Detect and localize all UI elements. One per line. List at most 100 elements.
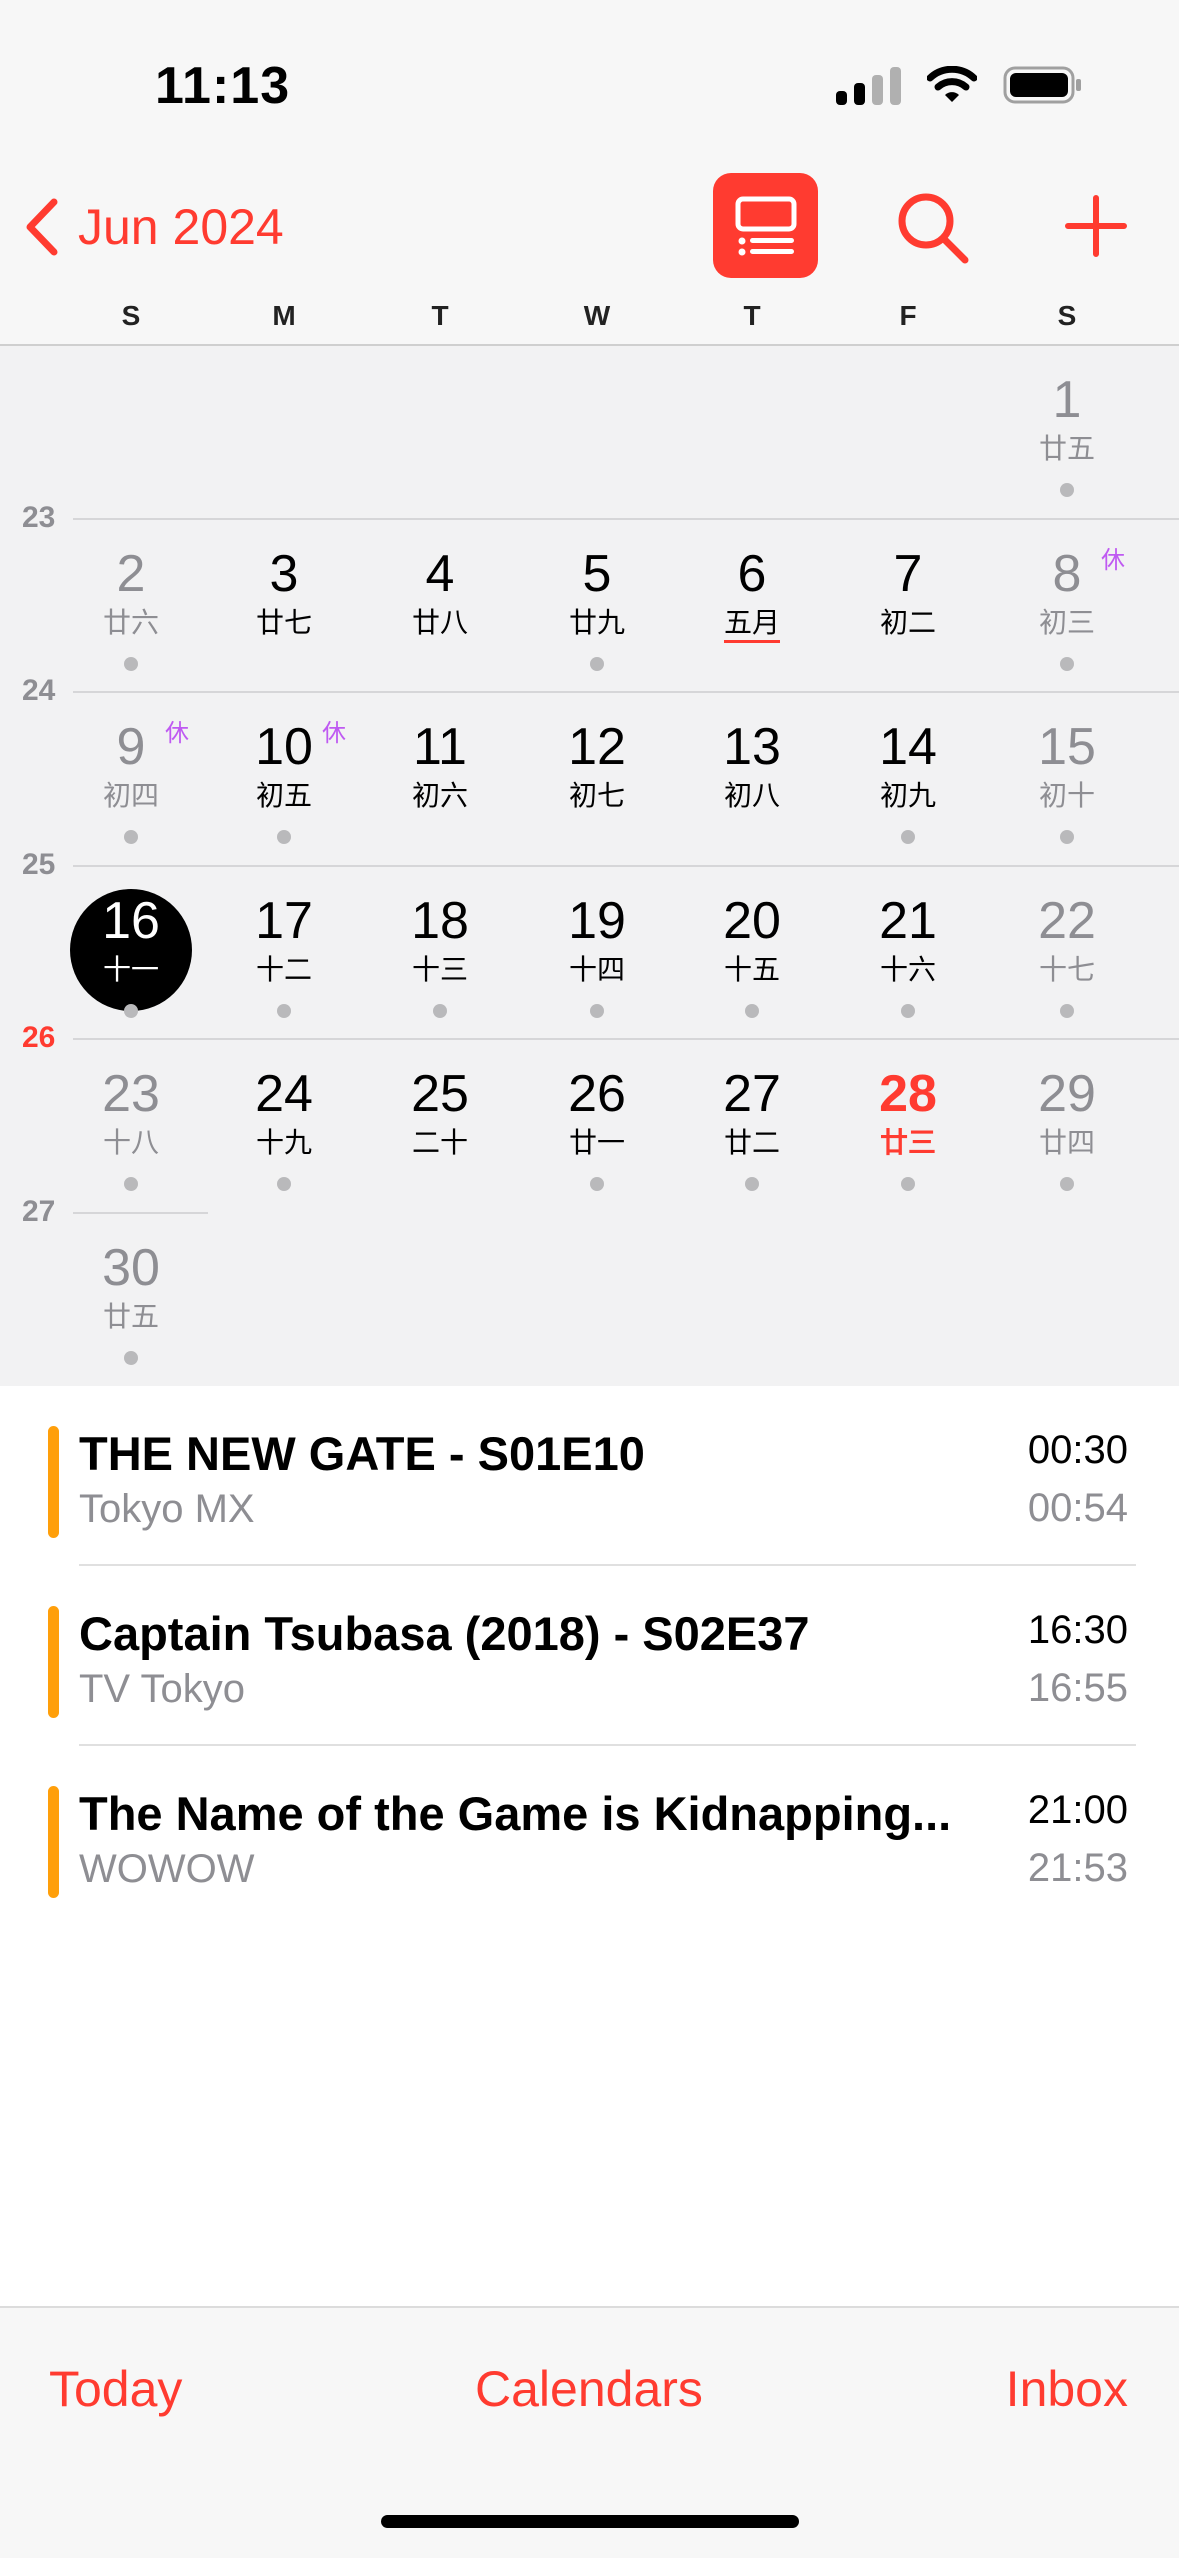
lunar-date: 十五 xyxy=(723,953,780,985)
weekday-header: S M T W T F S xyxy=(0,300,1179,340)
week-number: 23 xyxy=(22,500,56,534)
event-start-time: 16:30 xyxy=(1027,1608,1128,1652)
day-cell[interactable]: 29 廿四 xyxy=(992,1064,1142,1160)
lunar-date: 初六 xyxy=(411,780,468,811)
event-indicator-dot xyxy=(590,1177,604,1191)
lunar-date: 廿四 xyxy=(1038,1127,1095,1158)
today-button[interactable]: Today xyxy=(49,2360,182,2418)
day-cell[interactable]: 12 初七 xyxy=(522,717,672,813)
week-divider xyxy=(73,517,1179,520)
weekday-label: M xyxy=(272,300,296,331)
day-cell[interactable]: 13 初八 xyxy=(677,717,827,813)
day-cell[interactable]: 15 初十 xyxy=(992,717,1142,813)
event-calendar: Tokyo MX xyxy=(79,1487,255,1531)
day-cell[interactable]: 3 廿七 xyxy=(209,544,359,640)
day-cell[interactable]: 28 廿三 xyxy=(833,1064,983,1160)
list-view-button[interactable] xyxy=(713,173,818,278)
day-number: 11 xyxy=(413,718,467,776)
day-cell[interactable]: 16 十一 xyxy=(56,891,206,987)
list-view-icon xyxy=(735,196,796,255)
week-divider xyxy=(73,1211,208,1214)
day-cell[interactable]: 22 十七 xyxy=(992,891,1142,987)
day-cell[interactable]: 5 廿九 xyxy=(522,544,672,640)
home-indicator xyxy=(381,2515,799,2528)
event-indicator-dot xyxy=(1060,1177,1074,1191)
day-number: 26 xyxy=(568,1065,626,1123)
day-cell[interactable]: 21 十六 xyxy=(833,891,983,987)
holiday-badge: 休 xyxy=(322,720,346,747)
lunar-date: 二十 xyxy=(411,1127,468,1158)
day-cell[interactable]: 17 十二 xyxy=(209,891,359,987)
day-cell[interactable]: 19 十四 xyxy=(522,891,672,987)
day-number: 29 xyxy=(1038,1065,1096,1123)
day-cell[interactable]: 20 十五 xyxy=(677,891,827,987)
day-cell[interactable]: 30 廿五 xyxy=(56,1238,206,1334)
add-icon[interactable] xyxy=(1060,190,1132,262)
day-cell[interactable]: 27 廿二 xyxy=(677,1064,827,1160)
day-number: 18 xyxy=(411,891,469,950)
wifi-icon xyxy=(927,66,977,102)
lunar-date: 十三 xyxy=(411,953,468,985)
event-indicator-dot xyxy=(277,1177,291,1191)
day-number: 19 xyxy=(568,891,626,950)
cellular-signal-icon xyxy=(836,65,901,105)
day-number: 17 xyxy=(255,891,313,950)
event-indicator-dot xyxy=(433,1003,447,1018)
day-number: 25 xyxy=(411,1065,469,1123)
day-number: 20 xyxy=(723,891,781,950)
event-start-time: 00:30 xyxy=(1027,1428,1128,1472)
event-indicator-dot xyxy=(590,1003,604,1018)
day-cell[interactable]: 14 初九 xyxy=(833,717,983,813)
calendars-button[interactable]: Calendars xyxy=(475,2360,703,2418)
week-number: 27 xyxy=(22,1194,56,1228)
day-cell[interactable]: 7 初二 xyxy=(833,544,983,640)
lunar-date: 初三 xyxy=(1038,606,1095,638)
day-cell[interactable]: 18 十三 xyxy=(365,891,515,987)
lunar-date: 五月 xyxy=(723,606,780,643)
event-title: The Name of the Game is Kidnapping... xyxy=(79,1787,952,1840)
event-indicator-dot xyxy=(277,830,291,844)
event-row[interactable]: Captain Tsubasa (2018) - S02E37 TV Tokyo… xyxy=(0,1566,1179,1746)
day-cell[interactable]: 23 十八 xyxy=(56,1064,206,1160)
search-icon[interactable] xyxy=(895,190,971,266)
lunar-date: 初四 xyxy=(102,780,159,811)
event-indicator-dot xyxy=(1060,830,1074,844)
day-cell[interactable]: 2 廿六 xyxy=(56,544,206,640)
day-cell[interactable]: 26 廿一 xyxy=(522,1064,672,1160)
day-number: 4 xyxy=(425,544,455,603)
weekday-label: T xyxy=(431,300,449,331)
lunar-date: 廿七 xyxy=(255,606,312,638)
chevron-left-icon xyxy=(26,198,58,256)
day-cell[interactable]: 4 廿八 xyxy=(365,544,515,640)
event-row[interactable]: THE NEW GATE - S01E10 Tokyo MX 00:30 00:… xyxy=(0,1386,1179,1566)
lunar-date: 十七 xyxy=(1038,953,1095,985)
event-indicator-dot xyxy=(124,656,138,671)
day-number: 6 xyxy=(737,544,767,603)
lunar-date: 廿一 xyxy=(568,1127,625,1158)
weekday-label: S xyxy=(121,300,141,331)
day-number: 24 xyxy=(255,1065,313,1123)
event-calendar: TV Tokyo xyxy=(79,1667,245,1711)
event-row[interactable]: The Name of the Game is Kidnapping... WO… xyxy=(0,1746,1179,1926)
inbox-button[interactable]: Inbox xyxy=(1006,2360,1128,2418)
day-cell[interactable]: 1 廿五 xyxy=(992,370,1142,466)
weekday-label: T xyxy=(743,300,761,331)
event-indicator-dot xyxy=(590,656,604,671)
lunar-date: 十八 xyxy=(102,1127,159,1158)
day-cell[interactable]: 24 十九 xyxy=(209,1064,359,1160)
event-end-time: 00:54 xyxy=(1027,1486,1128,1530)
day-cell[interactable]: 11 初六 xyxy=(365,717,515,813)
top-bar: 11:13 Jun 2024 S M T W T F S xyxy=(0,0,1179,346)
calendar-color-bar xyxy=(48,1606,59,1718)
lunar-date: 初五 xyxy=(255,780,312,811)
back-to-year-button[interactable]: Jun 2024 xyxy=(22,198,284,256)
lunar-date: 十二 xyxy=(255,953,312,985)
weekday-label: S xyxy=(1057,300,1077,331)
lunar-date: 十六 xyxy=(879,953,936,985)
event-indicator-dot xyxy=(1060,483,1074,497)
day-cell[interactable]: 25 二十 xyxy=(365,1064,515,1160)
day-number: 28 xyxy=(879,1065,937,1123)
day-cell[interactable]: 6 五月 xyxy=(677,544,827,643)
lunar-date: 初二 xyxy=(879,606,936,638)
event-indicator-dot xyxy=(1060,1003,1074,1018)
